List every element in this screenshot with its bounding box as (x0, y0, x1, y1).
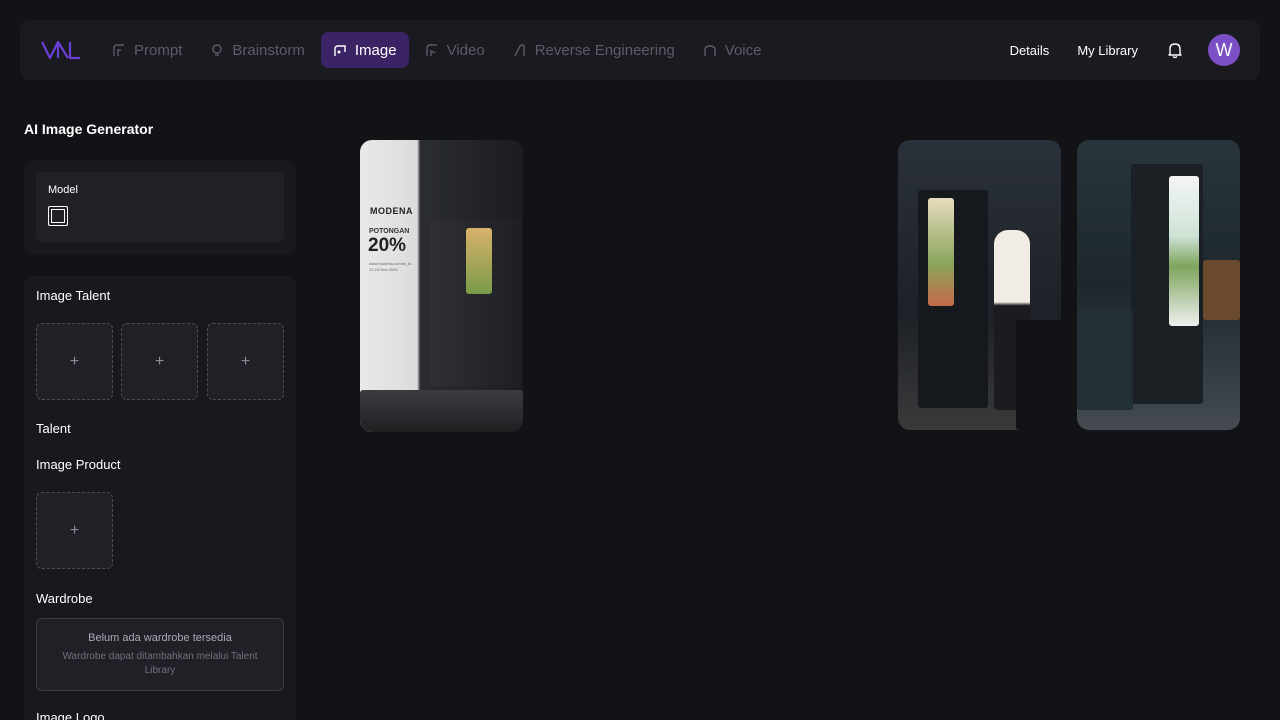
plus-icon: + (154, 352, 165, 370)
promo-value-text: 20% (368, 235, 407, 256)
cabinet-shape (1077, 310, 1133, 410)
details-link[interactable]: Details (1010, 43, 1050, 58)
prompt-icon (112, 43, 126, 57)
promo-sub-text: www.modena.com/id_id 12-15 Des 2025 (369, 261, 412, 272)
top-navbar: Prompt Brainstorm Image Video Reverse En… (20, 20, 1260, 80)
counter-shape (1016, 320, 1061, 430)
model-label: Model (48, 184, 78, 196)
generated-image-promo[interactable]: MODENA POTONGAN 20% www.modena.com/id_id… (360, 140, 523, 432)
talent-upload-slot-1[interactable]: + (36, 323, 113, 400)
wardrobe-empty-title: Belum ada wardrobe tersedia (88, 632, 232, 644)
promo-label-text: POTONGAN (369, 228, 410, 235)
wall-light (1203, 260, 1240, 320)
plus-icon: + (240, 352, 251, 370)
image-icon (333, 43, 347, 57)
wardrobe-empty-sub: Wardrobe dapat ditambahkan melalui Talen… (62, 651, 258, 676)
tab-reverse-label: Reverse Engineering (534, 41, 675, 59)
image-logo-label: Image Logo (36, 710, 105, 720)
floor-shape (360, 390, 523, 432)
tab-video[interactable]: Video (413, 32, 497, 68)
reverse-icon (513, 43, 527, 57)
bell-icon[interactable] (1166, 41, 1184, 59)
tab-brainstorm-label: Brainstorm (232, 41, 305, 59)
tab-voice[interactable]: Voice (691, 32, 774, 68)
talent-label: Talent (36, 421, 71, 436)
talent-upload-slot-2[interactable]: + (121, 323, 198, 400)
fridge-window (466, 228, 492, 294)
tab-reverse-engineering[interactable]: Reverse Engineering (501, 32, 687, 68)
brand-logo[interactable] (40, 38, 82, 62)
fridge-window (1169, 176, 1199, 326)
tab-image-label: Image (354, 41, 397, 59)
model-panel: Model (24, 160, 296, 254)
model-selector: Model (36, 172, 284, 242)
talent-panel: Image Talent + + + Talent Image Product … (24, 276, 296, 720)
tab-video-label: Video (446, 41, 485, 59)
product-upload-slot[interactable]: + (36, 492, 113, 569)
image-talent-label: Image Talent (36, 288, 111, 303)
model-icon[interactable] (48, 206, 68, 226)
avatar[interactable]: W (1208, 34, 1240, 66)
fridge-window (928, 198, 954, 306)
bulb-icon (210, 43, 224, 57)
tab-brainstorm[interactable]: Brainstorm (198, 32, 317, 68)
voice-icon (703, 43, 717, 57)
promo-brand-text: MODENA (370, 206, 413, 216)
generated-image-talent[interactable] (898, 140, 1061, 430)
tab-image[interactable]: Image (320, 32, 409, 68)
tab-prompt[interactable]: Prompt (100, 32, 194, 68)
video-icon (425, 43, 439, 57)
my-library-link[interactable]: My Library (1077, 43, 1138, 58)
wardrobe-label: Wardrobe (36, 591, 93, 606)
tab-prompt-label: Prompt (134, 41, 183, 59)
plus-icon: + (69, 352, 80, 370)
talent-upload-slot-3[interactable]: + (207, 323, 284, 400)
image-product-label: Image Product (36, 457, 121, 472)
page-title: AI Image Generator (24, 121, 154, 137)
plus-icon: + (69, 521, 80, 539)
generated-image-kitchen[interactable] (1077, 140, 1240, 430)
wardrobe-empty-state: Belum ada wardrobe tersedia Wardrobe dap… (36, 618, 284, 691)
tab-voice-label: Voice (724, 41, 762, 59)
